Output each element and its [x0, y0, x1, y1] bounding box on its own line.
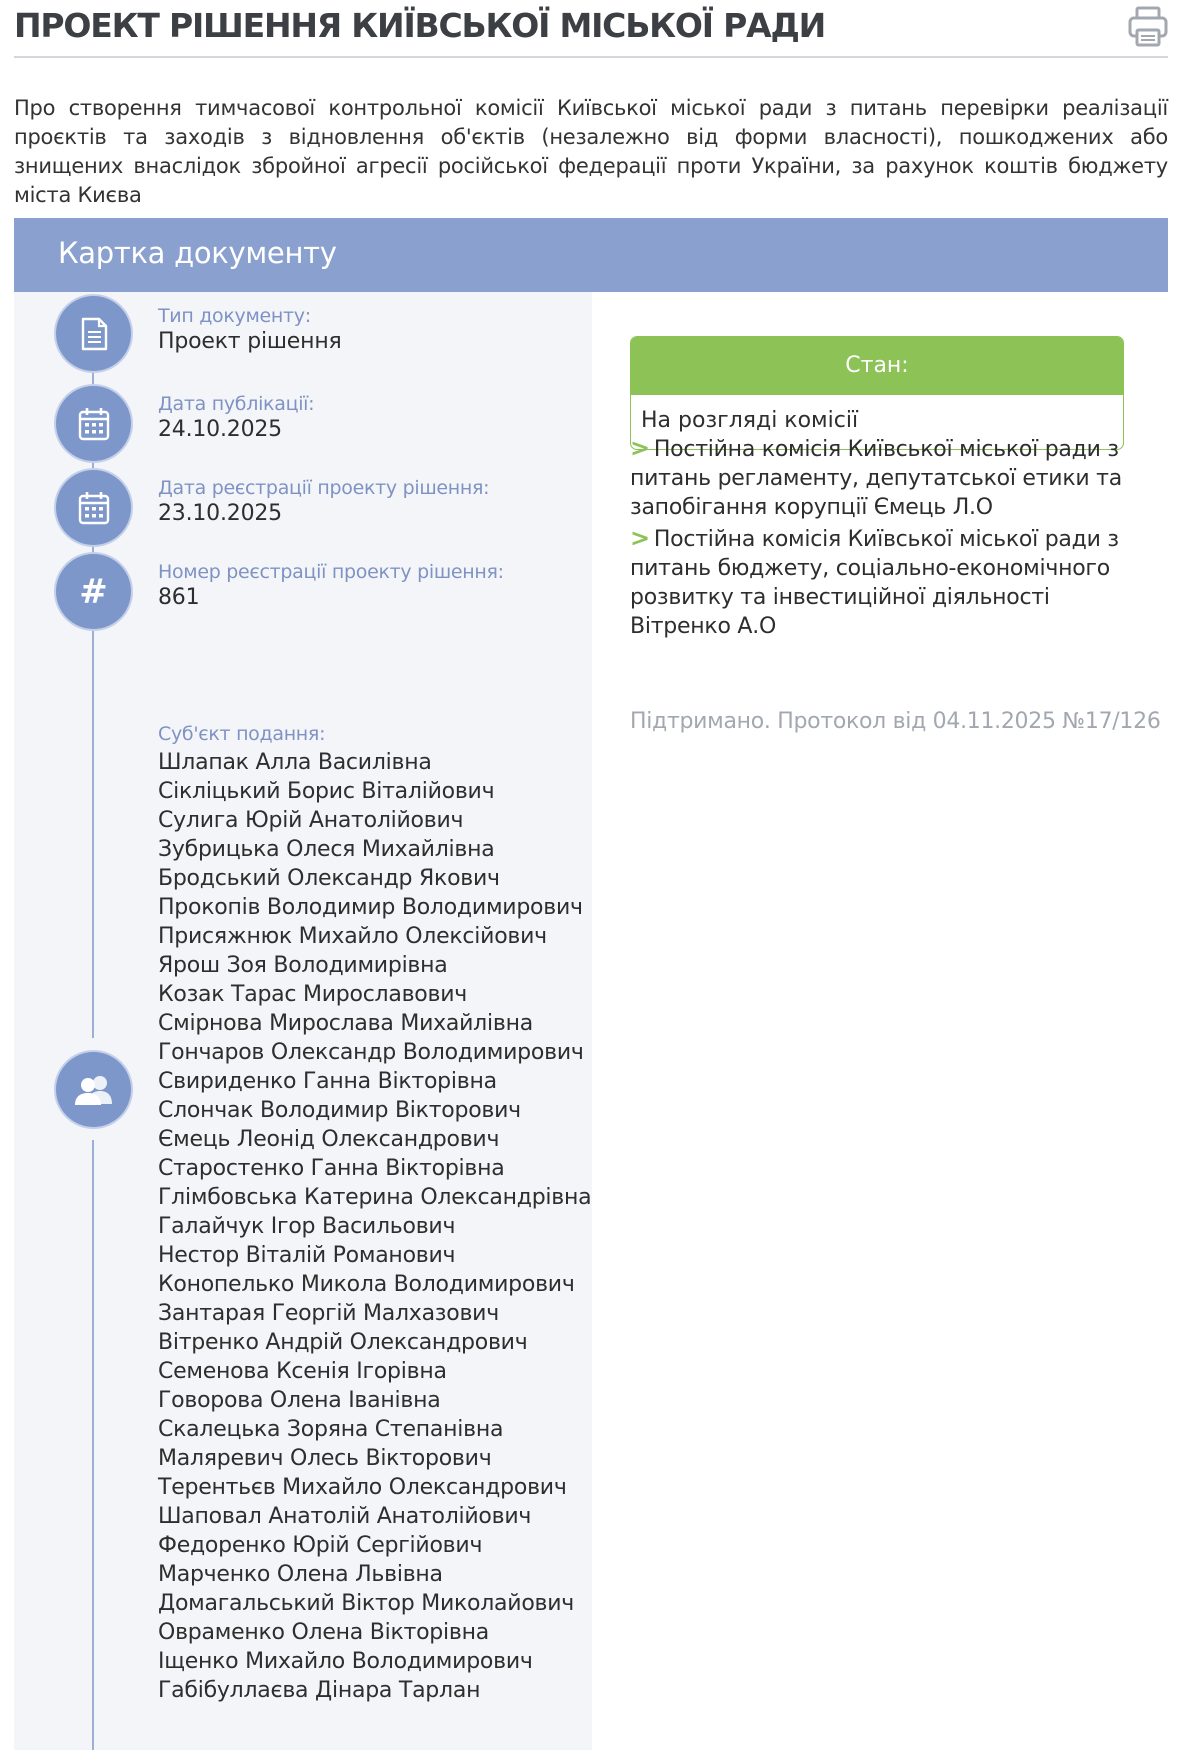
submitter-name: Іщенко Михайло Володимирович: [158, 1649, 533, 1674]
field-value: 23.10.2025: [158, 501, 282, 526]
submitters-label: Суб'єкт подання:: [158, 723, 326, 745]
submitter-name: Галайчук Ігор Васильович: [158, 1214, 456, 1239]
status-panel: Стан: На розгляді комісії > Постійна комі…: [592, 292, 1168, 1750]
submitter-name: Слончак Володимир Вікторович: [158, 1098, 521, 1123]
submitter-name: Семенова Ксенія Ігорівна: [158, 1359, 447, 1384]
submitters-block: Суб'єкт подання: Шлапак Алла Василівна Сі…: [158, 722, 592, 1705]
submitter-name: Присяжнюк Михайло Олексійович: [158, 924, 547, 949]
submitter-name: Глімбовська Катерина Олександрівна: [158, 1185, 592, 1210]
field-publication-date: Дата публікації: 24.10.2025: [158, 392, 315, 444]
field-label: Тип документу:: [158, 305, 311, 327]
card-title: Картка документу: [58, 236, 337, 270]
submitter-name: Марченко Олена Львівна: [158, 1562, 443, 1587]
card-header: Картка документу: [14, 218, 1168, 292]
commission-text: Постійна комісія Київської міської ради …: [630, 527, 1119, 639]
field-label: Номер реєстрації проекту рішення:: [158, 561, 504, 583]
field-label: Дата публікації:: [158, 393, 315, 415]
submitter-name: Вітренко Андрій Олександрович: [158, 1330, 528, 1355]
submitter-name: Маляревич Олесь Вікторович: [158, 1446, 492, 1471]
submitter-name: Ярош Зоя Володимирівна: [158, 953, 448, 978]
field-registration-number: Номер реєстрації проекту рішення: 861: [158, 560, 504, 612]
page-title: ПРОЕКТ РІШЕННЯ КИЇВСЬКОЇ МІСЬКОЇ РАДИ: [14, 6, 826, 45]
submitter-name: Свириденко Ганна Вікторівна: [158, 1069, 497, 1094]
submitter-name: Федоренко Юрій Сергійович: [158, 1533, 483, 1558]
submitter-name: Скалецька Зоряна Степанівна: [158, 1417, 504, 1442]
document-description: Про створення тимчасової контрольної ком…: [14, 96, 1168, 207]
printer-icon[interactable]: [1128, 6, 1168, 48]
status-label: Стан:: [631, 337, 1123, 395]
submitter-name: Говорова Олена Іванівна: [158, 1388, 441, 1413]
submitters-list: Шлапак Алла Василівна Сікліцький Борис Ві…: [158, 748, 592, 1705]
timeline-connector: [92, 628, 94, 1038]
submitter-name: Габібуллаєва Дінара Тарлан: [158, 1678, 481, 1703]
calendar-icon: [56, 470, 131, 545]
commission-link-budget[interactable]: > Постійна комісія Київської міської ради…: [630, 524, 1130, 641]
submitter-name: Смірнова Мирослава Михайлівна: [158, 1011, 533, 1036]
calendar-icon: [56, 386, 131, 461]
field-value: 861: [158, 585, 200, 610]
submitter-name: Конопелько Микола Володимирович: [158, 1272, 575, 1297]
chevron-right-icon: >: [630, 434, 650, 462]
submitter-name: Шлапак Алла Василівна: [158, 750, 432, 775]
submitter-name: Шаповал Анатолій Анатолійович: [158, 1504, 532, 1529]
submitter-name: Сікліцький Борис Віталійович: [158, 779, 495, 804]
timeline-connector: [92, 460, 94, 470]
submitter-name: Гончаров Олександр Володимирович: [158, 1040, 584, 1065]
field-document-type: Тип документу: Проект рішення: [158, 304, 342, 356]
users-icon: [56, 1052, 131, 1127]
chevron-right-icon: >: [630, 524, 650, 552]
submitter-name: Терентьєв Михайло Олександрович: [158, 1475, 567, 1500]
protocol-note: Підтримано. Протокол від 04.11.2025 №17/…: [630, 709, 1161, 734]
field-value: 24.10.2025: [158, 417, 282, 442]
field-registration-date: Дата реєстрації проекту рішення: 23.10.2…: [158, 476, 490, 528]
submitter-name: Прокопів Володимир Володимирович: [158, 895, 583, 920]
submitter-name: Сулига Юрій Анатолійович: [158, 808, 464, 833]
submitter-name: Бродський Олександр Якович: [158, 866, 500, 891]
hash-icon: #: [56, 554, 131, 629]
commission-text: Постійна комісія Київської міської ради …: [630, 437, 1122, 520]
submitter-name: Старостенко Ганна Вікторівна: [158, 1156, 505, 1181]
timeline-connector: [92, 544, 94, 554]
submitter-name: Домагальський Віктор Миколайович: [158, 1591, 575, 1616]
timeline-connector: [92, 1140, 94, 1750]
status-box: Стан: На розгляді комісії: [630, 336, 1124, 450]
document-icon: [56, 296, 131, 371]
commission-link-regulation[interactable]: > Постійна комісія Київської міської ради…: [630, 434, 1130, 522]
field-label: Дата реєстрації проекту рішення:: [158, 477, 490, 499]
submitter-name: Овраменко Олена Вікторівна: [158, 1620, 489, 1645]
submitter-name: Зубрицька Олеся Михайлівна: [158, 837, 495, 862]
submitter-name: Козак Тарас Мирославович: [158, 982, 468, 1007]
submitter-name: Ємець Леонід Олександрович: [158, 1127, 500, 1152]
card-details-panel: Тип документу: Проект рішення Дата публі…: [14, 292, 592, 1750]
page-header: ПРОЕКТ РІШЕННЯ КИЇВСЬКОЇ МІСЬКОЇ РАДИ: [14, 0, 1168, 58]
submitter-name: Нестор Віталій Романович: [158, 1243, 456, 1268]
field-value: Проект рішення: [158, 329, 342, 354]
submitter-name: Зантарая Георгій Малхазович: [158, 1301, 499, 1326]
